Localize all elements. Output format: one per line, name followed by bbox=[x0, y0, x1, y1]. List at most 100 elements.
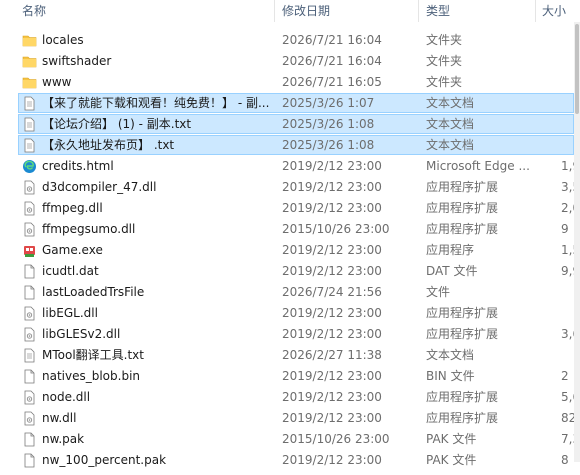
file-name: natives_blob.bin bbox=[42, 369, 141, 383]
file-row[interactable]: d3dcompiler_47.dll 2019/2/12 23:00 应用程序扩展 3… bbox=[0, 177, 580, 198]
file-modified-date: 2019/2/12 23:00 bbox=[282, 180, 382, 194]
file-row[interactable]: credits.html 2019/2/12 23:00 Microsoft Edg… bbox=[0, 156, 580, 177]
file-list: locales 2026/7/21 16:04 文件夹 swiftshader 2026… bbox=[0, 30, 580, 471]
file-type: 文本文档 bbox=[426, 117, 475, 131]
game-exe-icon bbox=[22, 243, 37, 258]
file-row[interactable]: 【论坛介绍】 (1) - 副本.txt 2025/3/26 1:08 文本文档 bbox=[0, 114, 574, 135]
file-type: Microsoft Edge ... bbox=[426, 159, 530, 173]
generic-file-icon bbox=[22, 369, 37, 384]
file-row[interactable]: natives_blob.bin 2019/2/12 23:00 BIN 文件 2 bbox=[0, 366, 574, 387]
file-modified-date: 2026/7/21 16:05 bbox=[282, 75, 382, 89]
file-name: ffmpeg.dll bbox=[42, 201, 103, 215]
file-row[interactable]: swiftshader 2026/7/21 16:04 文件夹 bbox=[0, 51, 574, 72]
file-name: Game.exe bbox=[42, 243, 103, 257]
file-modified-date: 2025/3/26 1:08 bbox=[282, 138, 375, 152]
scrollbar-thumb[interactable] bbox=[575, 24, 579, 114]
generic-file-icon bbox=[22, 264, 37, 279]
column-divider[interactable] bbox=[535, 0, 536, 22]
dll-file-icon bbox=[22, 390, 37, 405]
dll-file-icon bbox=[22, 306, 37, 321]
file-name: swiftshader bbox=[42, 54, 112, 68]
file-row[interactable]: nw.dll2019/2/12 23:00应用程序扩展82,4 bbox=[0, 408, 580, 429]
column-header-size[interactable]: 大小 bbox=[542, 0, 574, 22]
file-row[interactable]: nw.pak 2015/10/26 23:00 PAK 文件 7,3 bbox=[0, 429, 580, 450]
file-name: ffmpegsumo.dll bbox=[42, 222, 136, 236]
folder-icon bbox=[22, 33, 37, 48]
file-type: 应用程序扩展 bbox=[426, 180, 499, 194]
folder-icon bbox=[22, 54, 37, 69]
file-type: 应用程序扩展 bbox=[426, 390, 499, 404]
text-file-icon bbox=[22, 138, 37, 153]
file-modified-date: 2019/2/12 23:00 bbox=[282, 369, 382, 383]
column-divider[interactable] bbox=[418, 0, 419, 22]
file-row[interactable]: libEGL.dll 2019/2/12 23:00 应用程序扩展 bbox=[0, 303, 574, 324]
file-name: locales bbox=[42, 33, 84, 47]
file-modified-date: 2015/10/26 23:00 bbox=[282, 432, 390, 446]
file-name: libGLESv2.dll bbox=[42, 327, 121, 341]
file-name: 【永久地址发布页】 .txt bbox=[42, 138, 175, 152]
file-name: d3dcompiler_47.dll bbox=[42, 180, 157, 194]
file-type: 应用程序 bbox=[426, 243, 475, 257]
file-name: nw_100_percent.pak bbox=[42, 453, 167, 467]
file-name: icudtl.dat bbox=[42, 264, 99, 278]
file-name: 【来了就能下载和观看！纯免费！】 - 副... bbox=[42, 96, 270, 110]
folder-icon bbox=[22, 75, 37, 90]
file-type: 文件夹 bbox=[426, 33, 463, 47]
column-header-name[interactable]: 名称 bbox=[22, 0, 272, 22]
file-modified-date: 2019/2/12 23:00 bbox=[282, 159, 382, 173]
file-row[interactable]: MTool翻译工具.txt 2026/2/27 11:38 文本文档 bbox=[0, 345, 574, 366]
file-row[interactable]: ffmpegsumo.dll 2015/10/26 23:00 应用程序扩展 9 bbox=[0, 219, 574, 240]
file-name: libEGL.dll bbox=[42, 306, 98, 320]
file-modified-date: 2019/2/12 23:00 bbox=[282, 201, 382, 215]
dll-file-icon bbox=[22, 327, 37, 342]
file-row[interactable]: libGLESv2.dll 2019/2/12 23:00 应用程序扩展 3,6 bbox=[0, 324, 580, 345]
file-row[interactable]: icudtl.dat 2019/2/12 23:00 DAT 文件 9,9 bbox=[0, 261, 580, 282]
file-type: 文本文档 bbox=[426, 96, 475, 110]
file-modified-date: 2026/2/27 11:38 bbox=[282, 348, 382, 362]
file-name: 【论坛介绍】 (1) - 副本.txt bbox=[42, 117, 192, 131]
file-type: 文本文档 bbox=[426, 138, 475, 152]
file-type: 应用程序扩展 bbox=[426, 201, 499, 215]
file-modified-date: 2026/7/24 21:56 bbox=[282, 285, 382, 299]
file-modified-date: 2025/3/26 1:08 bbox=[282, 117, 375, 131]
text-file-icon bbox=[22, 348, 37, 363]
file-name: credits.html bbox=[42, 159, 114, 173]
file-row[interactable]: node.dll 2019/2/12 23:00 应用程序扩展 5,6 bbox=[0, 387, 580, 408]
file-type: PAK 文件 bbox=[426, 453, 477, 467]
file-type: 应用程序扩展 bbox=[426, 306, 499, 320]
file-type: 文件夹 bbox=[426, 54, 463, 68]
file-name: nw.dll bbox=[42, 411, 77, 425]
file-modified-date: 2019/2/12 23:00 bbox=[282, 390, 382, 404]
generic-file-icon bbox=[22, 285, 37, 300]
file-row[interactable]: 【来了就能下载和观看！纯免费！】 - 副... 2025/3/26 1:07 文本文… bbox=[0, 93, 574, 114]
file-modified-date: 2019/2/12 23:00 bbox=[282, 243, 382, 257]
file-modified-date: 2019/2/12 23:00 bbox=[282, 306, 382, 320]
file-modified-date: 2019/2/12 23:00 bbox=[282, 453, 382, 467]
file-modified-date: 2015/10/26 23:00 bbox=[282, 222, 390, 236]
file-row[interactable]: 【永久地址发布页】 .txt 2025/3/26 1:08 文本文档 bbox=[0, 135, 574, 156]
file-type: 应用程序扩展 bbox=[426, 327, 499, 341]
file-type: BIN 文件 bbox=[426, 369, 475, 383]
file-name: lastLoadedTrsFile bbox=[42, 285, 145, 299]
file-row[interactable]: lastLoadedTrsFile 2026/7/24 21:56 文件 bbox=[0, 282, 574, 303]
column-header-type[interactable]: 类型 bbox=[426, 0, 526, 22]
file-modified-date: 2026/7/21 16:04 bbox=[282, 33, 382, 47]
column-divider[interactable] bbox=[274, 0, 275, 22]
dll-file-icon bbox=[22, 180, 37, 195]
file-row[interactable]: nw_100_percent.pak 2019/2/12 23:00 PAK 文件 8 bbox=[0, 450, 574, 471]
file-type: 文件 bbox=[426, 285, 451, 299]
column-header-bar: 名称 修改日期 类型 大小 bbox=[0, 0, 580, 22]
vertical-scrollbar[interactable] bbox=[574, 22, 580, 462]
file-name: www bbox=[42, 75, 72, 89]
file-type: 文件夹 bbox=[426, 75, 463, 89]
file-type: 应用程序扩展 bbox=[426, 222, 499, 236]
dll-file-icon bbox=[22, 201, 37, 216]
dll-file-icon bbox=[22, 411, 37, 426]
file-type: DAT 文件 bbox=[426, 264, 478, 278]
file-row[interactable]: Game.exe 2019/2/12 23:00 应用程序 1,5 bbox=[0, 240, 580, 261]
file-row[interactable]: www 2026/7/21 16:05 文件夹 bbox=[0, 72, 574, 93]
file-row[interactable]: ffmpeg.dll 2019/2/12 23:00 应用程序扩展 2,0 bbox=[0, 198, 580, 219]
file-row[interactable]: locales 2026/7/21 16:04 文件夹 bbox=[0, 30, 574, 51]
text-file-icon bbox=[22, 96, 37, 111]
column-header-modified[interactable]: 修改日期 bbox=[282, 0, 412, 22]
